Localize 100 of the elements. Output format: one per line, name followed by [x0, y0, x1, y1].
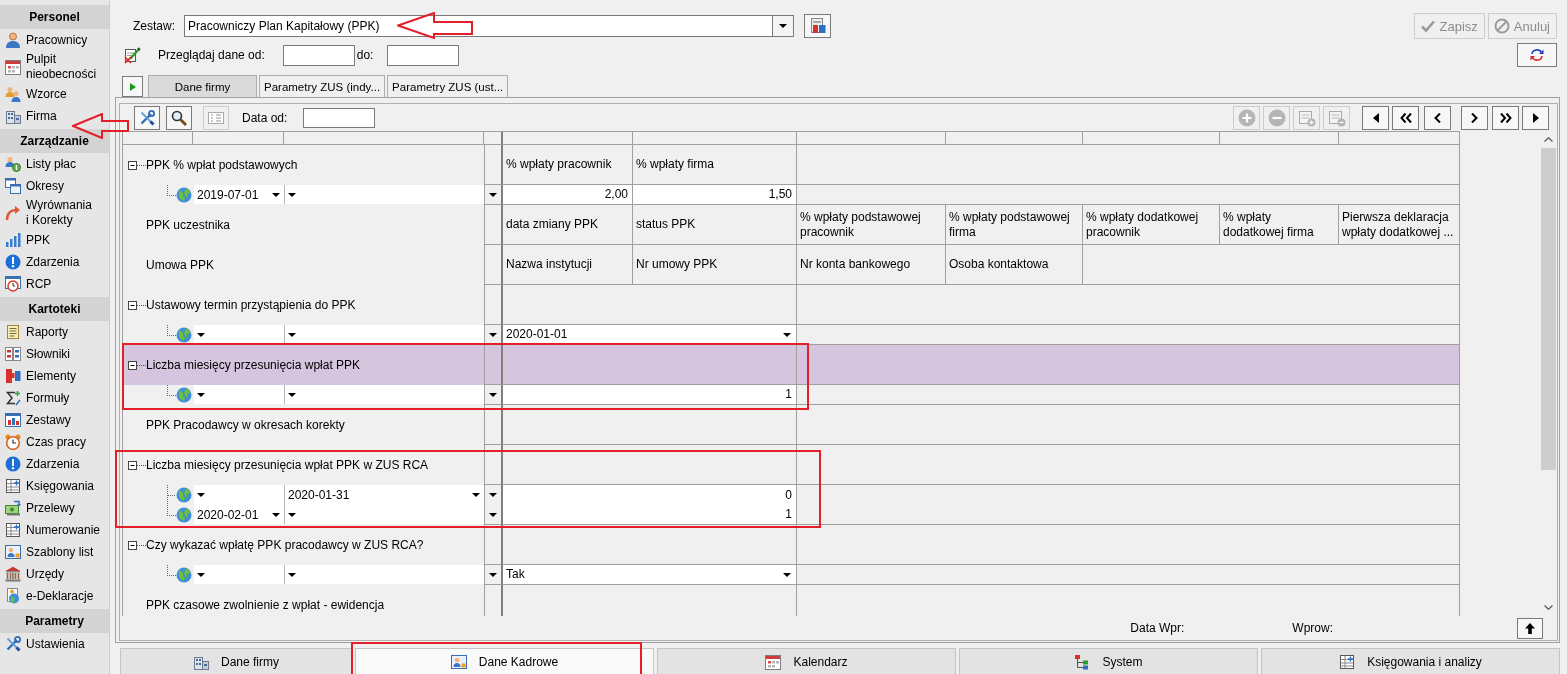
column-header[interactable]: [484, 131, 503, 145]
grid-row[interactable]: PPK czasowe zwolnienie z wpłat - ewidencja: [122, 585, 1460, 616]
refresh-button[interactable]: [1517, 43, 1557, 67]
sidebar-item[interactable]: Zdarzenia: [0, 453, 109, 475]
building-icon: [5, 108, 21, 124]
table-icon: [5, 478, 21, 494]
sidebar-item[interactable]: RCP: [0, 273, 109, 295]
scroll-right-button[interactable]: [1522, 105, 1549, 130]
sidebar-item[interactable]: Okresy: [0, 175, 109, 197]
grid-row[interactable]: Czy wykazać wpłatę PPK pracodawcy w ZUS RCA?: [122, 525, 1460, 565]
column-header[interactable]: [633, 131, 797, 145]
value-field[interactable]: 1: [503, 385, 797, 405]
grid-row[interactable]: Ustawowy termin przystąpienia do PPK: [122, 285, 1460, 325]
column-header[interactable]: [1220, 131, 1339, 145]
column-header[interactable]: [797, 131, 946, 145]
caret-icon: [783, 572, 791, 577]
sidebar-item[interactable]: Wyrównania i Korekty: [0, 197, 109, 229]
sidebar-item[interactable]: Szablony list: [0, 541, 109, 563]
date-to-field[interactable]: [387, 44, 460, 66]
grid-row[interactable]: Umowa PPK Nazwa instytucji Nr umowy PPK Nr konta bankowego Osoba kontaktowa: [122, 245, 1460, 285]
section-header: Personel: [0, 5, 109, 29]
sidebar-item[interactable]: Czas pracy: [0, 431, 109, 453]
date-dropdown[interactable]: [194, 385, 285, 404]
value-field[interactable]: 2,00: [503, 185, 633, 205]
bottom-tab[interactable]: Kalendarz: [657, 648, 956, 674]
grid-row[interactable]: PPK % wpłat podstawowych % wpłaty pracownik % wpłaty firma: [122, 145, 1460, 185]
sidebar-item[interactable]: PPK: [0, 229, 109, 251]
grid-row[interactable]: Tak: [122, 565, 1460, 585]
date-dropdown[interactable]: 2020-02-01: [194, 505, 285, 524]
globe-icon: [176, 187, 192, 203]
date-dropdown[interactable]: [194, 565, 285, 584]
sidebar-item[interactable]: Pulpit nieobecności: [0, 51, 109, 83]
globe-icon: [176, 327, 192, 343]
bottom-tab[interactable]: System: [959, 648, 1258, 674]
alarm-clock-icon: [5, 434, 21, 450]
bottom-tab[interactable]: Księgowania i analizy: [1261, 648, 1560, 674]
tab[interactable]: Parametry ZUS (ust...: [387, 75, 509, 97]
document-icon: [5, 324, 21, 340]
sidebar-item[interactable]: Numerowanie: [0, 519, 109, 541]
date-from-field[interactable]: [282, 44, 355, 66]
date-dropdown[interactable]: 2020-01-31: [285, 485, 485, 505]
dropdown-button[interactable]: [772, 16, 793, 36]
grid-row[interactable]: 2019-07-01 2,00 1,50: [122, 185, 1460, 205]
sidebar-item[interactable]: Przelewy: [0, 497, 109, 519]
tab[interactable]: Parametry ZUS (indy...: [259, 75, 386, 97]
column-header[interactable]: [284, 131, 484, 145]
grid-row[interactable]: PPK uczestnika data zmiany PPK status PPK % wpłaty podstawowej pracownik % wpłaty podstawowej firma % wpłaty dodatkowej pracownik % wpłaty dodatkowej firma Pierwsza deklaracja wpłaty dodatkowej ...: [122, 205, 1460, 245]
sidebar-item[interactable]: Słowniki: [0, 343, 109, 365]
last-button[interactable]: [1492, 105, 1519, 130]
value-dropdown[interactable]: 2020-01-01: [503, 325, 797, 345]
sidebar-item[interactable]: Firma: [0, 105, 109, 127]
chevron-up-icon: [1544, 137, 1553, 142]
sidebar-item[interactable]: Formuły: [0, 387, 109, 409]
sidebar-item[interactable]: Ustawienia: [0, 633, 109, 655]
sidebar-item[interactable]: Wzorce: [0, 83, 109, 105]
row-label: PPK czasowe zwolnienie z wpłat - ewidencja: [146, 598, 385, 612]
search-button[interactable]: [166, 105, 192, 130]
report-button[interactable]: [804, 14, 831, 38]
grid-row[interactable]: Liczba miesięcy przesunięcia wpłat PPK: [122, 345, 1460, 385]
sidebar-item[interactable]: Zestawy: [0, 409, 109, 431]
grid-row[interactable]: 2020-01-31 0: [122, 485, 1460, 505]
globe-icon: [176, 567, 192, 583]
sidebar-item[interactable]: Urzędy: [0, 563, 109, 585]
column-header[interactable]: [1083, 131, 1220, 145]
date-field[interactable]: [303, 107, 376, 128]
scroll-top-button[interactable]: [1517, 617, 1543, 639]
caret-icon: [489, 332, 497, 337]
sidebar-item[interactable]: Raporty: [0, 321, 109, 343]
value-field[interactable]: 1,50: [633, 185, 797, 205]
table-icon: [1339, 653, 1356, 670]
scroll-left-button[interactable]: [1362, 105, 1389, 130]
grid-row[interactable]: 2020-02-01 1: [122, 505, 1460, 525]
value-dropdown[interactable]: Tak: [503, 565, 797, 585]
tools-button[interactable]: [134, 105, 160, 130]
next-button[interactable]: [1461, 105, 1488, 130]
date-dropdown[interactable]: [194, 485, 285, 505]
sidebar-item[interactable]: Pracownicy: [0, 29, 109, 51]
sidebar-item[interactable]: Elementy: [0, 365, 109, 387]
tab[interactable]: Dane firmy: [148, 75, 257, 97]
date-dropdown[interactable]: 2019-07-01: [194, 185, 285, 204]
sidebar-item[interactable]: Listy płac: [0, 153, 109, 175]
sidebar-item[interactable]: Zdarzenia: [0, 251, 109, 273]
previous-button[interactable]: [1424, 105, 1451, 130]
bottom-tab[interactable]: Dane firmy: [120, 648, 352, 674]
column-header[interactable]: [503, 131, 633, 145]
grid-row[interactable]: Liczba miesięcy przesunięcia wpłat PPK w ZUS RCA: [122, 445, 1460, 485]
sidebar-item[interactable]: e-Deklaracje: [0, 585, 109, 607]
bottom-tab[interactable]: Dane Kadrowe: [355, 648, 654, 674]
grid-row[interactable]: 2020-01-01: [122, 325, 1460, 345]
caret-icon: [783, 332, 791, 337]
scrollbar-thumb[interactable]: [1541, 148, 1556, 470]
caret-icon: [489, 392, 497, 397]
sidebar-item[interactable]: Księgowania: [0, 475, 109, 497]
grid-row[interactable]: PPK Pracodawcy w okresach korekty: [122, 405, 1460, 445]
play-button[interactable]: [122, 76, 143, 97]
set-dropdown[interactable]: Pracowniczy Plan Kapitałowy (PPK): [184, 15, 794, 37]
first-button[interactable]: [1392, 105, 1419, 130]
column-header[interactable]: [946, 131, 1083, 145]
value-field[interactable]: 1: [503, 505, 797, 525]
value-field[interactable]: 0: [503, 485, 797, 506]
